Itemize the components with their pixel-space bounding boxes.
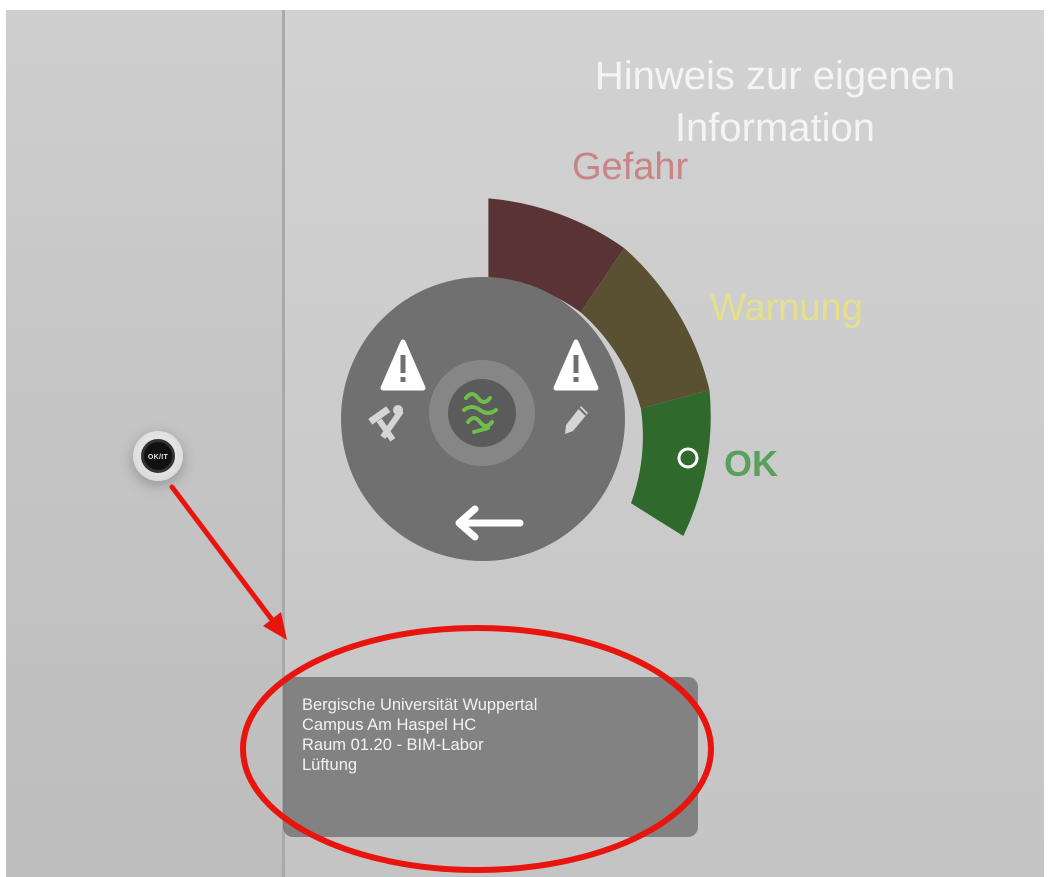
hint-title: Hinweis zur eigenen Information [540, 50, 1010, 154]
device-button-face: OK/IT [141, 439, 175, 473]
ar-scene: Hinweis zur eigenen Information Gefahr W… [0, 0, 1050, 877]
level-label-ok[interactable]: OK [724, 443, 778, 485]
info-campus: Campus Am Haspel HC [302, 716, 477, 734]
wall-device-button[interactable]: OK/IT [133, 431, 183, 481]
image-border-top [0, 0, 1050, 10]
hint-title-line1: Hinweis zur eigenen [594, 54, 956, 98]
info-institution: Bergische Universität Wuppertal [302, 696, 538, 714]
status-arc-ok[interactable] [631, 390, 711, 536]
device-button-label: OK/IT [147, 454, 169, 461]
level-label-warning[interactable]: Warnung [710, 287, 863, 330]
info-system: Lüftung [302, 756, 358, 774]
image-border-right [1044, 0, 1050, 877]
info-room: Raum 01.20 - BIM-Labor [302, 736, 484, 754]
level-label-danger[interactable]: Gefahr [572, 146, 688, 189]
image-border-left [0, 0, 6, 877]
info-panel: Bergische Universität Wuppertal Campus A… [283, 677, 698, 837]
radial-menu [341, 198, 711, 561]
